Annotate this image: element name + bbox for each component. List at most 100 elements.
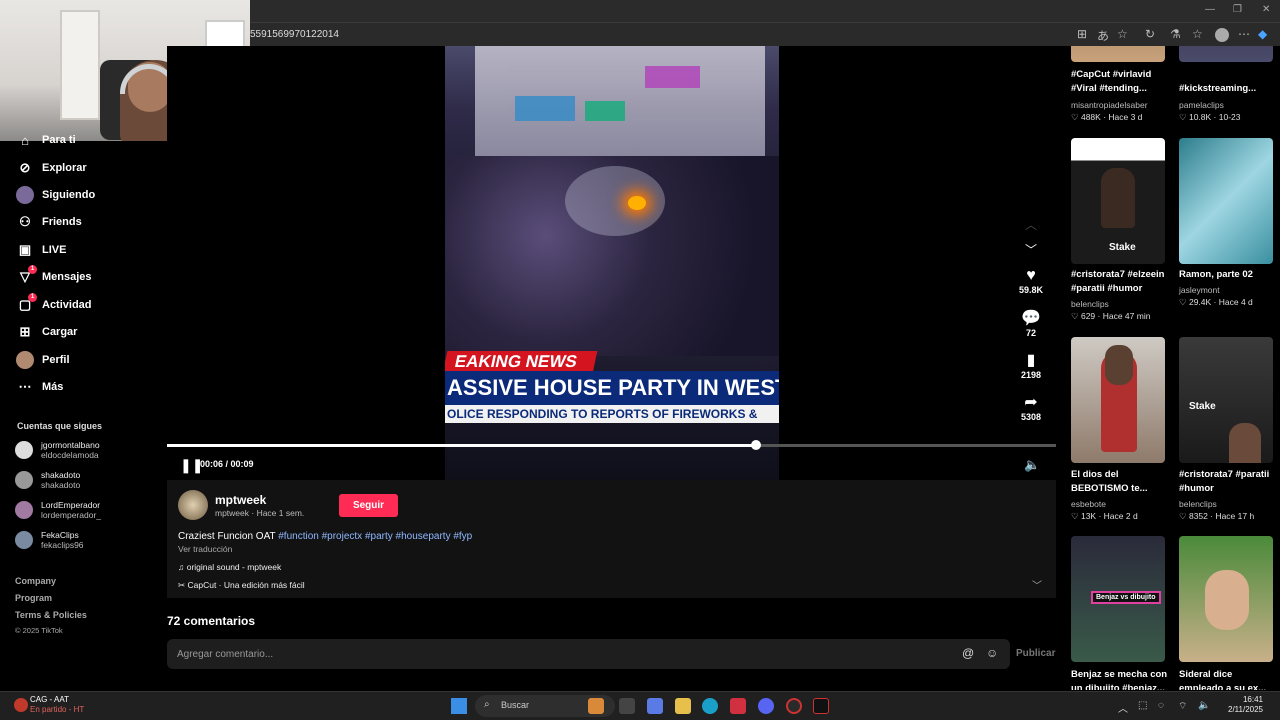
sidebar-item-cargar[interactable]: ⊞ Cargar [16,321,78,343]
sidebar-item-siguiendo[interactable]: Siguiendo [16,184,95,206]
video-thumbnail[interactable] [1071,337,1165,463]
hashtags[interactable]: #function #projectx #party #houseparty #… [278,531,472,542]
card-title[interactable]: Benjaz se mecha con un dibujito #benjaz.… [1071,668,1171,690]
chevron-down-icon[interactable]: ﹀ [1016,241,1046,259]
copilot-app-icon[interactable] [647,698,663,714]
followed-account[interactable]: shakadoto shakadoto [15,468,80,492]
card-author[interactable]: belenclips [1071,299,1109,309]
card-author[interactable]: belenclips [1179,499,1217,509]
app-icon[interactable] [730,698,746,714]
chevron-up-icon[interactable]: ︿ [1016,216,1046,234]
favorites-icon[interactable]: ☆ [1192,27,1203,41]
translate-icon[interactable]: あ [1097,27,1109,44]
favorite-icon[interactable]: ☆ [1117,27,1128,41]
author-name[interactable]: mptweek [215,493,266,507]
sidebar-item-mensajes[interactable]: ▽ 1 Mensajes [16,265,92,288]
like-button[interactable]: ♥ 59.8K [1016,267,1046,295]
card-author[interactable]: esbebote [1071,499,1106,509]
edge-icon[interactable] [702,698,718,714]
video-thumbnail[interactable]: Benjaz vs dibujito [1071,536,1165,662]
publish-button[interactable]: Publicar [1016,648,1055,659]
discord-icon[interactable] [758,698,774,714]
menu-icon[interactable]: ⋯ [1238,27,1250,41]
card-author[interactable]: misantropiadelsaber [1071,100,1148,110]
video-thumbnail[interactable] [1179,138,1273,264]
followed-account[interactable]: FekaClips fekaclips96 [15,528,84,552]
speaker-icon[interactable]: 🔈 [1198,700,1210,711]
app-icon[interactable] [813,698,829,714]
video-thumbnail[interactable] [1071,46,1165,62]
author-avatar[interactable] [178,490,208,520]
card-author[interactable]: jasleymont [1179,285,1220,295]
taskbar-clock[interactable]: 16:41 2/11/2025 [1228,695,1263,715]
progress-knob[interactable] [750,440,761,450]
sidebar-item-para-ti[interactable]: ⌂ Para ti [16,135,76,145]
card-author[interactable]: pamelaclips [1179,100,1224,110]
copilot-icon[interactable]: ◆ [1258,27,1267,41]
folder-icon[interactable] [675,698,691,714]
sidebar-item-explorar[interactable]: ⊘ Explorar [16,157,87,179]
card-title[interactable]: El dios del BEBOTISMO te... [1071,468,1171,496]
translate-link[interactable]: Ver traducción [178,544,232,554]
save-button[interactable]: ▮ 2198 [1016,350,1046,380]
followed-account[interactable]: LordEmperador lordemperador_ [15,498,101,522]
sidebar-item-friends[interactable]: ⚇ Friends [16,211,82,233]
expand-chevron-icon[interactable]: ﹀ [1032,577,1042,592]
volume-icon[interactable]: 🔈 [1024,457,1040,473]
capcut-link[interactable]: ✂ CapCut · Una edición más fácil [178,580,305,591]
emoji-icon[interactable]: ☺ [986,646,998,660]
close-icon[interactable]: ✕ [1262,4,1270,15]
footer-company[interactable]: Company [15,576,56,586]
sidebar-item-perfil[interactable]: Perfil [16,349,70,371]
progress-fill [167,444,756,447]
app-tray-icon[interactable]: ⬚ [1138,700,1147,711]
followed-account[interactable]: jgormontalbano eldocdelamoda [15,438,100,462]
footer-program[interactable]: Program [15,593,52,603]
app-icon[interactable] [588,698,604,714]
video-thumbnail[interactable] [1179,46,1273,62]
video-thumbnail[interactable]: Stake [1071,138,1165,264]
footer-terms[interactable]: Terms & Policies [15,610,87,620]
url-text[interactable]: 5591569970122014 [250,29,339,40]
refresh-icon[interactable]: ↻ [1145,27,1155,41]
mention-icon[interactable]: @ [962,646,974,660]
sidebar-item-live[interactable]: ▣ LIVE [16,239,67,261]
task-view-icon[interactable] [619,698,635,714]
lab-icon[interactable]: ⚗ [1170,27,1181,41]
breaking-news-label: EAKING NEWS [445,351,598,373]
comment-button[interactable]: 💬 72 [1016,308,1046,338]
minimize-icon[interactable]: — [1205,4,1215,15]
video-thumbnail[interactable] [1179,536,1273,662]
comments-title: 72 comentarios [167,614,256,628]
sound-link[interactable]: ♫ original sound - mptweek [178,562,281,572]
card-title[interactable]: #cristorata7 #paratii #humor [1179,468,1279,496]
sidebar-item-label: LIVE [42,244,67,256]
card-title[interactable]: #kickstreaming... [1179,82,1279,96]
card-title[interactable]: Sideral dice empleado a su ex... [1179,668,1279,690]
followed-name: shakadoto [41,470,81,480]
sidebar-item-mas[interactable]: ⋯ Más [16,376,64,398]
followed-name: FekaClips [41,530,79,540]
card-title[interactable]: #CapCut #virlavid #Viral #tending... [1071,68,1171,96]
weather-widget[interactable]: CAG - AAT En partido - HT [30,695,84,715]
video-progress-bar[interactable] [167,440,1056,450]
stake-logo: Stake [1189,401,1216,412]
sidebar-item-actividad[interactable]: ▢ 1 Actividad [16,293,92,316]
card-title[interactable]: #cristorata7 #elzeein #paratii #humor [1071,268,1171,296]
stake-logo: Stake [1109,242,1136,253]
maximize-icon[interactable]: ❐ [1233,4,1242,15]
share-button[interactable]: ➦ 5308 [1016,392,1046,422]
follow-button[interactable]: Seguir [339,494,398,517]
wifi-icon[interactable]: ⌔ [1178,700,1187,713]
extensions-icon[interactable]: ⊞ [1077,27,1087,41]
video-frame[interactable]: EAKING NEWS ASSIVE HOUSE PARTY IN WEST O… [445,46,779,480]
app-icon[interactable] [786,698,802,714]
start-icon[interactable] [451,698,467,714]
video-thumbnail[interactable]: Stake [1179,337,1273,463]
chevron-up-icon[interactable]: ︿ [1118,700,1128,715]
weather-icon[interactable] [14,698,28,712]
card-title[interactable]: Ramon, parte 02 [1179,268,1279,282]
profile-icon[interactable] [1215,28,1229,42]
network-icon[interactable]: ◌ [1158,700,1164,711]
comment-input[interactable] [177,646,937,662]
